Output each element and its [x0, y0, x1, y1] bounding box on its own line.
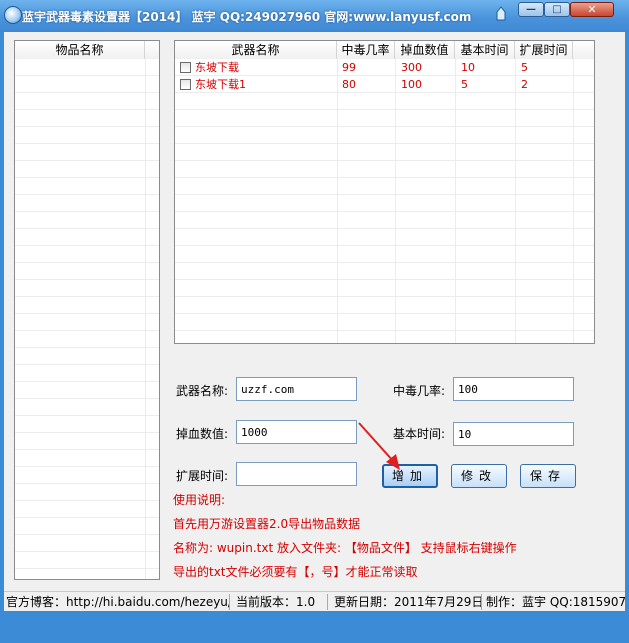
- weapon-list-header: 武器名称 中毒几率 掉血数值 基本时间 扩展时间: [175, 41, 594, 60]
- poison-rate-cell: 80: [342, 78, 356, 91]
- client-area: 物品名称 武器名称 中毒几率 掉血数值 基本时间 扩展时间 东坡下载 99 30…: [4, 32, 625, 591]
- column-divider: [455, 59, 456, 343]
- status-bar: 官方博客：http://hi.baidu.com/hezeyu/ 当前版本：1.…: [4, 591, 625, 611]
- weapon-row[interactable]: 东坡下载1 80 100 5 2: [175, 76, 594, 93]
- close-icon: ✕: [587, 3, 597, 16]
- skin-icon[interactable]: [494, 6, 508, 22]
- weapon-list-rows: [175, 59, 594, 343]
- poison-rate-label: 中毒几率:: [393, 384, 446, 398]
- column-header-poison-rate[interactable]: 中毒几率: [337, 41, 395, 59]
- weapon-name-label: 武器名称:: [176, 384, 229, 398]
- minimize-icon: —: [526, 4, 536, 15]
- app-window: 蓝宇武器毒素设置器【2014】 蓝宇 QQ:249027960 官网:www.l…: [0, 0, 629, 643]
- weapon-name-cell: 东坡下载: [195, 61, 239, 74]
- column-header-base-time[interactable]: 基本时间: [455, 41, 515, 59]
- column-header-item-name[interactable]: 物品名称: [15, 41, 145, 59]
- column-divider: [395, 59, 396, 343]
- blood-loss-input[interactable]: [236, 420, 357, 444]
- item-list[interactable]: 物品名称: [14, 40, 160, 580]
- column-header-weapon-name[interactable]: 武器名称: [175, 41, 337, 59]
- save-button[interactable]: 保存: [520, 464, 576, 488]
- base-time-cell: 5: [461, 78, 468, 91]
- column-divider: [337, 59, 338, 343]
- instructions-title: 使用说明:: [173, 493, 226, 507]
- close-button[interactable]: ✕: [570, 2, 614, 17]
- maximize-button[interactable]: □: [544, 2, 570, 17]
- pointer-arrow: [358, 422, 400, 470]
- base-time-cell: 10: [461, 61, 475, 74]
- maximize-icon: □: [552, 4, 562, 15]
- ext-time-label: 扩展时间:: [176, 469, 229, 483]
- instructions-line-1: 首先用万游设置器2.0导出物品数据: [173, 517, 361, 531]
- ext-time-cell: 2: [521, 78, 528, 91]
- blood-loss-cell: 100: [401, 78, 422, 91]
- app-icon: [4, 6, 22, 24]
- row-checkbox[interactable]: [180, 79, 191, 90]
- weapon-row[interactable]: 东坡下载 99 300 10 5: [175, 59, 594, 76]
- weapon-list[interactable]: 武器名称 中毒几率 掉血数值 基本时间 扩展时间 东坡下载 99 300 10 …: [174, 40, 595, 344]
- row-checkbox[interactable]: [180, 62, 191, 73]
- blood-loss-label: 掉血数值:: [176, 427, 229, 441]
- ext-time-cell: 5: [521, 61, 528, 74]
- status-blog: 官方博客：http://hi.baidu.com/hezeyu/: [6, 594, 230, 610]
- instructions-line-2: 名称为: wupin.txt 放入文件夹: 【物品文件】 支持鼠标右键操作: [173, 541, 517, 555]
- column-divider: [515, 59, 516, 343]
- column-header-ext-time[interactable]: 扩展时间: [515, 41, 573, 59]
- window-bottom-frame: [0, 611, 629, 643]
- item-list-rows: [15, 59, 159, 579]
- weapon-name-input[interactable]: [236, 377, 357, 401]
- status-author: 制作：蓝宇 QQ:18159079: [486, 595, 625, 609]
- column-divider: [145, 59, 146, 579]
- column-divider: [573, 59, 574, 343]
- window-title: 蓝宇武器毒素设置器【2014】 蓝宇 QQ:249027960 官网:www.l…: [22, 10, 472, 24]
- status-version: 当前版本：1.0: [230, 594, 328, 610]
- poison-rate-input[interactable]: [453, 377, 574, 401]
- blood-loss-cell: 300: [401, 61, 422, 74]
- minimize-button[interactable]: —: [518, 2, 544, 17]
- ext-time-input[interactable]: [236, 462, 357, 486]
- base-time-input[interactable]: [453, 422, 574, 446]
- column-header-blood-loss[interactable]: 掉血数值: [395, 41, 455, 59]
- modify-button[interactable]: 修改: [451, 464, 507, 488]
- title-bar: 蓝宇武器毒素设置器【2014】 蓝宇 QQ:249027960 官网:www.l…: [0, 0, 629, 32]
- instructions-line-3: 导出的txt文件必须要有【，号】才能正常读取: [173, 565, 418, 579]
- column-header-filler: [573, 41, 594, 59]
- weapon-name-cell: 东坡下载1: [195, 78, 246, 91]
- status-update-date: 更新日期：2011年7月29日: [328, 594, 482, 610]
- item-list-header: 物品名称: [15, 41, 159, 60]
- column-header-filler: [145, 41, 159, 59]
- poison-rate-cell: 99: [342, 61, 356, 74]
